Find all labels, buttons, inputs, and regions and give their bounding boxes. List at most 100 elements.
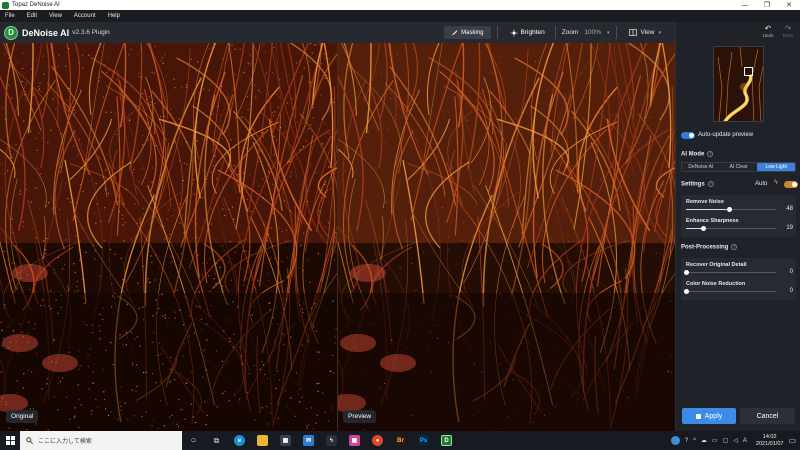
navigator-viewport-box[interactable] — [744, 67, 753, 76]
recover-detail-label: Recover Original Detail — [686, 262, 747, 268]
brush-icon — [451, 30, 458, 36]
volume-icon[interactable]: ◁ — [733, 437, 738, 444]
remove-noise-value[interactable]: 48 — [786, 206, 793, 212]
photoshop-icon[interactable]: Ps — [412, 431, 435, 450]
masking-button[interactable]: Masking — [444, 26, 491, 39]
remove-noise-slider[interactable] — [686, 207, 776, 212]
taskbar-search[interactable]: ここに入力して検索 — [20, 431, 182, 450]
zoom-control[interactable]: Zoom 100% ▾ — [562, 26, 610, 39]
menu-file[interactable]: File — [0, 13, 22, 19]
preview-area[interactable]: Original Preview — [0, 43, 675, 431]
navigator-thumbnail[interactable] — [713, 46, 764, 122]
redo-button[interactable]: ↷ Redo — [780, 24, 796, 38]
auto-settings-toggle[interactable] — [784, 181, 798, 188]
notification-icon[interactable]: ▭ — [788, 436, 796, 445]
edge-icon[interactable]: e — [228, 431, 251, 450]
split-view-icon — [628, 29, 637, 36]
close-button[interactable]: ✕ — [778, 1, 800, 9]
auto-label: Auto — [755, 181, 768, 187]
mode-low-light[interactable]: Low Light — [757, 163, 795, 171]
ai-mode-heading: AI Mode? — [681, 151, 714, 158]
chevron-up-icon[interactable]: ^ — [693, 438, 696, 444]
color-noise-slider[interactable] — [683, 289, 776, 294]
undo-icon: ↶ — [764, 24, 772, 33]
start-button[interactable] — [2, 431, 18, 450]
help-icon[interactable]: ? — [685, 438, 688, 444]
file-explorer-icon[interactable] — [251, 431, 274, 450]
apply-label: Apply — [704, 412, 723, 420]
recover-detail-slider[interactable] — [683, 270, 776, 275]
preview-image-pane[interactable]: Preview — [308, 43, 675, 431]
zoom-label: Zoom — [561, 29, 579, 36]
app-icon[interactable]: ϟ — [320, 431, 343, 450]
pink-app-icon[interactable]: ▣ — [343, 431, 366, 450]
zoom-value[interactable]: 100% — [584, 29, 601, 36]
denoise-logo-icon: D — [4, 25, 18, 40]
windows-taskbar: ここに入力して検索 ○ ⧉ e ▦ ✉ ϟ ▣ ● Br Ps D ? ^ ☁ … — [0, 431, 800, 450]
maximize-button[interactable]: ❐ — [756, 1, 778, 9]
app-name: DeNoise AI — [22, 27, 70, 38]
brighten-button[interactable]: Brighten — [504, 26, 551, 39]
menu-view[interactable]: View — [44, 13, 69, 19]
slider-knob[interactable] — [683, 289, 689, 294]
mail-icon[interactable]: ✉ — [297, 431, 320, 450]
recover-detail-value[interactable]: 0 — [790, 269, 793, 275]
clock-time: 14:02 — [762, 433, 777, 440]
header-divider — [554, 26, 556, 39]
network-icon[interactable]: ▭ — [712, 437, 718, 444]
search-icon — [26, 437, 33, 444]
view-button[interactable]: View ▾ — [623, 26, 668, 39]
store-icon[interactable]: ▦ — [274, 431, 297, 450]
bridge-icon[interactable]: Br — [389, 431, 412, 450]
mode-ai-clear[interactable]: AI Clear — [719, 163, 758, 171]
os-title-bar: Topaz DeNoise AI — ❐ ✕ — [0, 0, 800, 10]
undo-button[interactable]: ↶ Undo — [760, 24, 776, 38]
ai-mode-selector: DeNoise AI AI Clear Low Light — [681, 162, 796, 172]
system-tray: ? ^ ☁ ▭ ▢ ◁ A 14:02 2021/01/07 ▭ — [670, 434, 800, 448]
slider-knob[interactable] — [700, 226, 706, 231]
redo-icon: ↷ — [784, 24, 792, 33]
apply-button[interactable]: Apply — [682, 408, 736, 424]
slider-knob[interactable] — [726, 207, 732, 212]
auto-update-label: Auto-update preview — [698, 132, 754, 138]
original-photo — [0, 43, 396, 431]
minimize-button[interactable]: — — [734, 2, 756, 9]
settings-panel: Remove Noise 48 Enhance Sharpness 19 — [681, 195, 796, 237]
post-processing-label: Post-Processing — [681, 244, 729, 251]
sun-icon — [509, 28, 518, 37]
chevron-down-icon: ▾ — [658, 29, 661, 36]
undo-label: Undo — [762, 33, 774, 38]
chrome-icon[interactable]: ● — [366, 431, 389, 450]
original-image-pane[interactable]: Original — [0, 43, 396, 431]
apply-icon — [695, 413, 701, 419]
search-placeholder: ここに入力して検索 — [38, 439, 92, 445]
enhance-sharpness-value[interactable]: 19 — [786, 225, 793, 231]
cancel-button[interactable]: Cancel — [740, 408, 795, 424]
auto-update-toggle[interactable] — [681, 132, 695, 139]
menu-account[interactable]: Account — [69, 13, 103, 19]
preview-photo — [308, 43, 675, 431]
task-view-icon[interactable]: ⧉ — [205, 431, 228, 450]
slider-knob[interactable] — [683, 270, 689, 275]
settings-sidebar: ↶ Undo ↷ Redo Auto-update preview AI Mod… — [675, 22, 800, 431]
color-noise-value[interactable]: 0 — [790, 288, 793, 294]
redo-label: Redo — [782, 33, 794, 38]
menu-edit[interactable]: Edit — [22, 13, 44, 19]
display-icon[interactable]: ▢ — [723, 437, 729, 444]
denoise-taskbar-icon[interactable]: D — [435, 431, 458, 450]
menu-bar: File Edit View Account Help — [0, 10, 800, 22]
header-divider — [496, 26, 498, 39]
help-icon[interactable]: ? — [707, 151, 714, 157]
help-icon[interactable]: ? — [707, 181, 714, 187]
mode-denoise-ai[interactable]: DeNoise AI — [682, 163, 720, 171]
ime-mode-indicator[interactable]: A — [743, 438, 747, 444]
cortana-icon[interactable]: ○ — [182, 431, 205, 450]
help-icon[interactable]: ? — [731, 244, 738, 250]
enhance-sharpness-slider[interactable] — [686, 226, 776, 231]
enhance-sharpness-label: Enhance Sharpness — [686, 218, 739, 224]
cloud-icon[interactable]: ☁ — [701, 437, 707, 444]
color-noise-label: Color Noise Reduction — [686, 281, 746, 287]
clock[interactable]: 14:02 2021/01/07 — [756, 434, 784, 448]
menu-help[interactable]: Help — [103, 13, 127, 19]
language-icon[interactable] — [670, 436, 680, 445]
